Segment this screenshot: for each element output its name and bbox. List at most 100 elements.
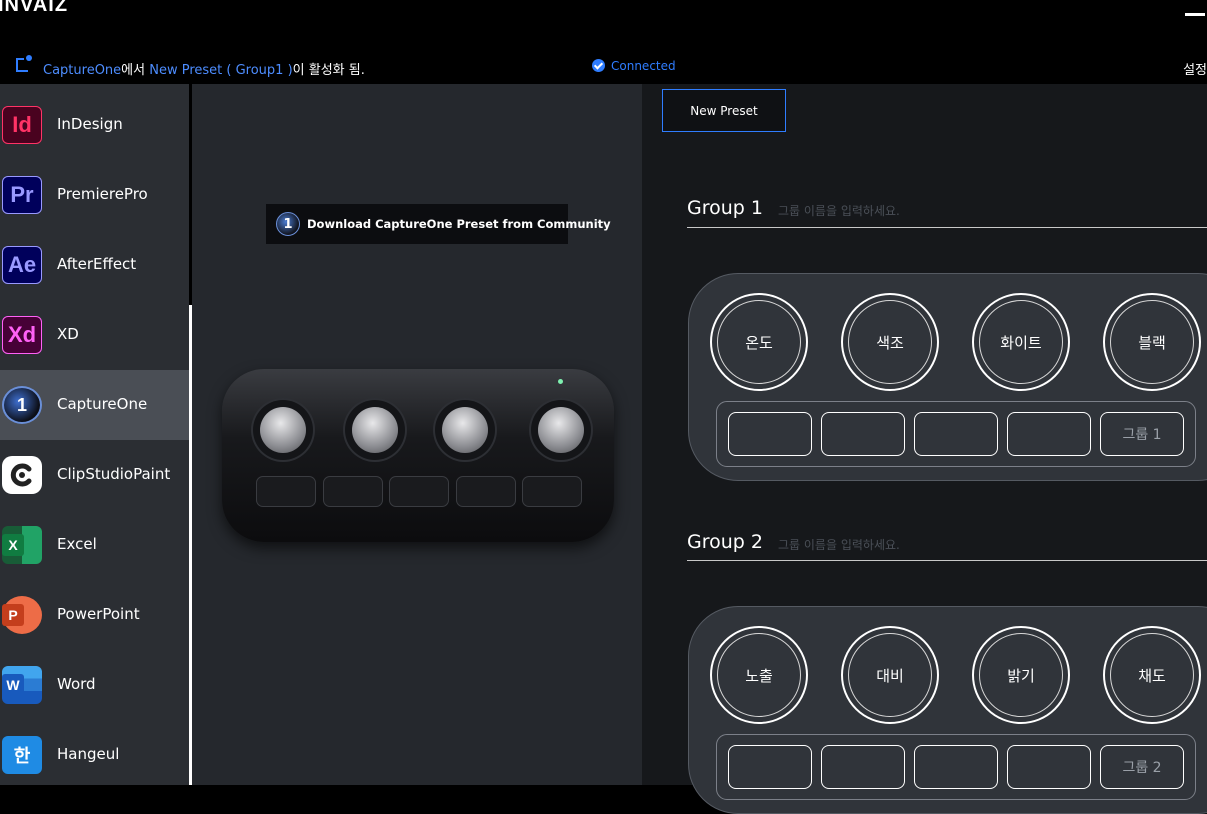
device-key <box>323 476 383 507</box>
sidebar-item-label: Hangeul <box>57 745 120 763</box>
dial-button[interactable]: 블랙 <box>1103 293 1201 391</box>
key-button[interactable] <box>821 412 905 456</box>
key-button[interactable] <box>914 412 998 456</box>
sidebar-item-premierepro[interactable]: Pr PremierePro <box>0 160 189 230</box>
excel-icon: X <box>2 526 42 564</box>
status-app-name: CaptureOne <box>43 63 122 78</box>
group-title: Group 1 <box>687 197 763 219</box>
status-bar: CaptureOne에서 New Preset ( Group1 )이 활성화 … <box>0 50 1207 84</box>
dial-label: 밝기 <box>979 633 1063 717</box>
device-knob <box>260 407 306 453</box>
download-preset-button[interactable]: 1 Download CaptureOne Preset from Commun… <box>266 204 611 244</box>
device-knob <box>442 407 488 453</box>
key-button[interactable] <box>728 412 812 456</box>
group-panel: 온도 색조 화이트 블랙 그룹 1 <box>688 273 1207 481</box>
preset-editor-panel: New Preset Group 1 온도 색조 화이트 블랙 그룹 1 Gro… <box>642 84 1207 814</box>
device-knob <box>538 407 584 453</box>
check-circle-icon <box>592 59 605 72</box>
dial-label: 채도 <box>1110 633 1194 717</box>
captureone-icon: 1 <box>276 212 300 236</box>
sidebar-item-label: Word <box>57 675 96 693</box>
minimize-button[interactable] <box>1185 13 1205 16</box>
sidebar-item-label: XD <box>57 325 79 343</box>
group-name-input[interactable] <box>778 201 1198 221</box>
sidebar-item-label: Excel <box>57 535 97 553</box>
sidebar-item-clipstudiopaint[interactable]: ClipStudioPaint <box>0 440 189 510</box>
sidebar-item-label: InDesign <box>57 115 123 133</box>
sidebar-item-xd[interactable]: Xd XD <box>0 300 189 370</box>
dial-button[interactable]: 화이트 <box>972 293 1070 391</box>
connection-status: Connected <box>592 59 676 73</box>
device-key <box>256 476 316 507</box>
group-title: Group 2 <box>687 531 763 553</box>
dial-label: 블랙 <box>1110 300 1194 384</box>
dial-label: 화이트 <box>979 300 1063 384</box>
sidebar-item-aftereffect[interactable]: Ae AfterEffect <box>0 230 189 300</box>
key-button[interactable] <box>914 745 998 789</box>
controller-device-image <box>222 369 614 542</box>
sidebar-item-label: AfterEffect <box>57 255 137 273</box>
key-row: 그룹 2 <box>716 734 1196 800</box>
dial-button[interactable]: 색조 <box>841 293 939 391</box>
group-name-input[interactable] <box>778 535 1198 555</box>
status-text-a: 에서 <box>121 63 150 78</box>
key-row: 그룹 1 <box>716 401 1196 467</box>
device-preview-panel: 1 Download CaptureOne Preset from Commun… <box>192 84 642 785</box>
device-knob <box>352 407 398 453</box>
dial-button[interactable]: 대비 <box>841 626 939 724</box>
device-key <box>456 476 516 507</box>
dial-button[interactable]: 온도 <box>710 293 808 391</box>
sidebar-item-hangeul[interactable]: 한 Hangeul <box>0 720 189 790</box>
group-underline <box>687 227 1207 228</box>
settings-button[interactable]: 설정 <box>1183 59 1207 78</box>
dial-label: 온도 <box>717 300 801 384</box>
excel-letter: X <box>2 534 24 556</box>
status-message: CaptureOne에서 New Preset ( Group1 )이 활성화 … <box>43 59 365 78</box>
xd-icon: Xd <box>2 316 42 354</box>
connection-label: Connected <box>611 59 676 73</box>
dial-label: 색조 <box>848 300 932 384</box>
download-preset-label: Download CaptureOne Preset from Communit… <box>307 217 611 231</box>
status-led <box>558 379 563 384</box>
dial-label: 노출 <box>717 633 801 717</box>
word-letter: W <box>2 674 24 696</box>
sidebar-item-label: PremierePro <box>57 185 148 203</box>
sidebar-item-label: ClipStudioPaint <box>57 465 171 483</box>
indesign-icon: Id <box>2 106 42 144</box>
group-panel: 노출 대비 밝기 채도 그룹 2 <box>688 606 1207 814</box>
sidebar-item-word[interactable]: W Word <box>0 650 189 720</box>
captureone-icon: 1 <box>2 386 42 424</box>
device-key <box>522 476 582 507</box>
premierepro-icon: Pr <box>2 176 42 214</box>
active-preset-icon <box>16 55 32 72</box>
word-icon: W <box>2 666 42 704</box>
group-key-button[interactable]: 그룹 2 <box>1100 745 1184 789</box>
powerpoint-icon: P <box>2 596 42 634</box>
key-button[interactable] <box>1007 412 1091 456</box>
key-button[interactable] <box>1007 745 1091 789</box>
sidebar-item-label: PowerPoint <box>57 605 140 623</box>
brand-logo: INVAIZ <box>0 0 69 16</box>
dial-button[interactable]: 밝기 <box>972 626 1070 724</box>
hangeul-icon: 한 <box>2 736 42 774</box>
device-key <box>389 476 449 507</box>
status-text-b: 이 활성화 됨. <box>292 63 365 78</box>
dial-button[interactable]: 노출 <box>710 626 808 724</box>
aftereffect-icon: Ae <box>2 246 42 284</box>
powerpoint-letter: P <box>2 604 24 626</box>
sidebar-item-label: CaptureOne <box>57 395 148 413</box>
dial-button[interactable]: 채도 <box>1103 626 1201 724</box>
clip-studio-icon <box>2 456 42 494</box>
sidebar-item-indesign[interactable]: Id InDesign <box>0 90 189 160</box>
sidebar-item-captureone[interactable]: 1 CaptureOne <box>0 370 189 440</box>
sidebar-item-powerpoint[interactable]: P PowerPoint <box>0 580 189 650</box>
dial-label: 대비 <box>848 633 932 717</box>
status-preset-name: New Preset ( Group1 ) <box>149 63 293 78</box>
new-preset-button[interactable]: New Preset <box>662 89 786 132</box>
sidebar-item-excel[interactable]: X Excel <box>0 510 189 580</box>
group-underline <box>687 560 1207 561</box>
app-sidebar: Id InDesign Pr PremierePro Ae AfterEffec… <box>0 84 189 785</box>
group-key-button[interactable]: 그룹 1 <box>1100 412 1184 456</box>
key-button[interactable] <box>728 745 812 789</box>
key-button[interactable] <box>821 745 905 789</box>
